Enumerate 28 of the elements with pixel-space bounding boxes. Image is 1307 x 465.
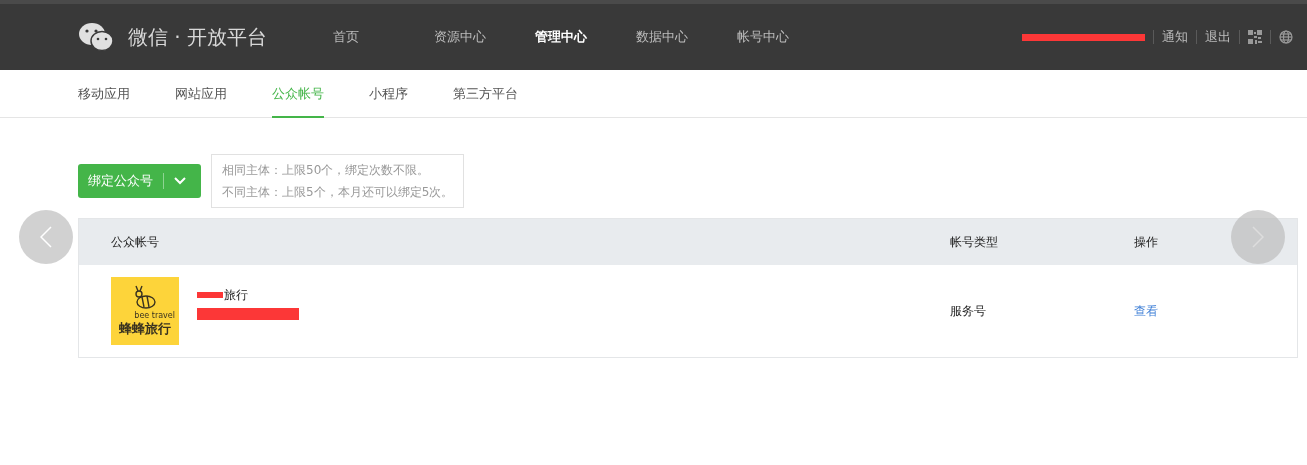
nav-link[interactable]: 资源中心 — [434, 28, 535, 46]
column-header: 操作 — [1134, 233, 1159, 251]
chevron-left-icon — [40, 226, 52, 248]
globe-icon[interactable] — [1279, 30, 1293, 44]
sub-tab[interactable]: 网站应用 — [175, 70, 227, 118]
wechat-logo-icon — [78, 22, 114, 52]
tooltip-text: 不同主体：上限5个，本月还可以绑定5次。 — [222, 183, 454, 201]
logo-title: 蜂蜂旅行 — [119, 319, 171, 338]
column-header: 公众帐号 — [110, 233, 160, 251]
platform-title: 微信 · 开放平台 — [128, 23, 269, 51]
account-name: 旅行 — [224, 286, 248, 304]
nav-link[interactable]: 首页 — [333, 28, 434, 46]
redaction-bar — [197, 292, 223, 298]
nav-link[interactable]: 帐号中心 — [737, 28, 838, 46]
header-link[interactable]: 退出 — [1205, 28, 1231, 46]
sub-tab[interactable]: 第三方平台 — [453, 70, 518, 118]
header-link[interactable]: 通知 — [1162, 28, 1188, 46]
tooltip-text: 相同主体：上限50个，绑定次数不限。 — [222, 161, 431, 179]
account-type: 服务号 — [950, 302, 987, 320]
sub-tab[interactable]: 小程序 — [369, 70, 408, 118]
nav-link[interactable]: 数据中心 — [636, 28, 737, 46]
chevron-down-icon — [174, 176, 186, 185]
qr-code-icon[interactable] — [1248, 30, 1262, 44]
column-header: 帐号类型 — [950, 233, 999, 251]
view-link[interactable]: 查看 — [1134, 303, 1158, 318]
nav-link[interactable]: 管理中心 — [535, 28, 636, 46]
logo-subtitle: bee travel — [134, 310, 175, 320]
sub-tab[interactable]: 移动应用 — [78, 70, 130, 118]
